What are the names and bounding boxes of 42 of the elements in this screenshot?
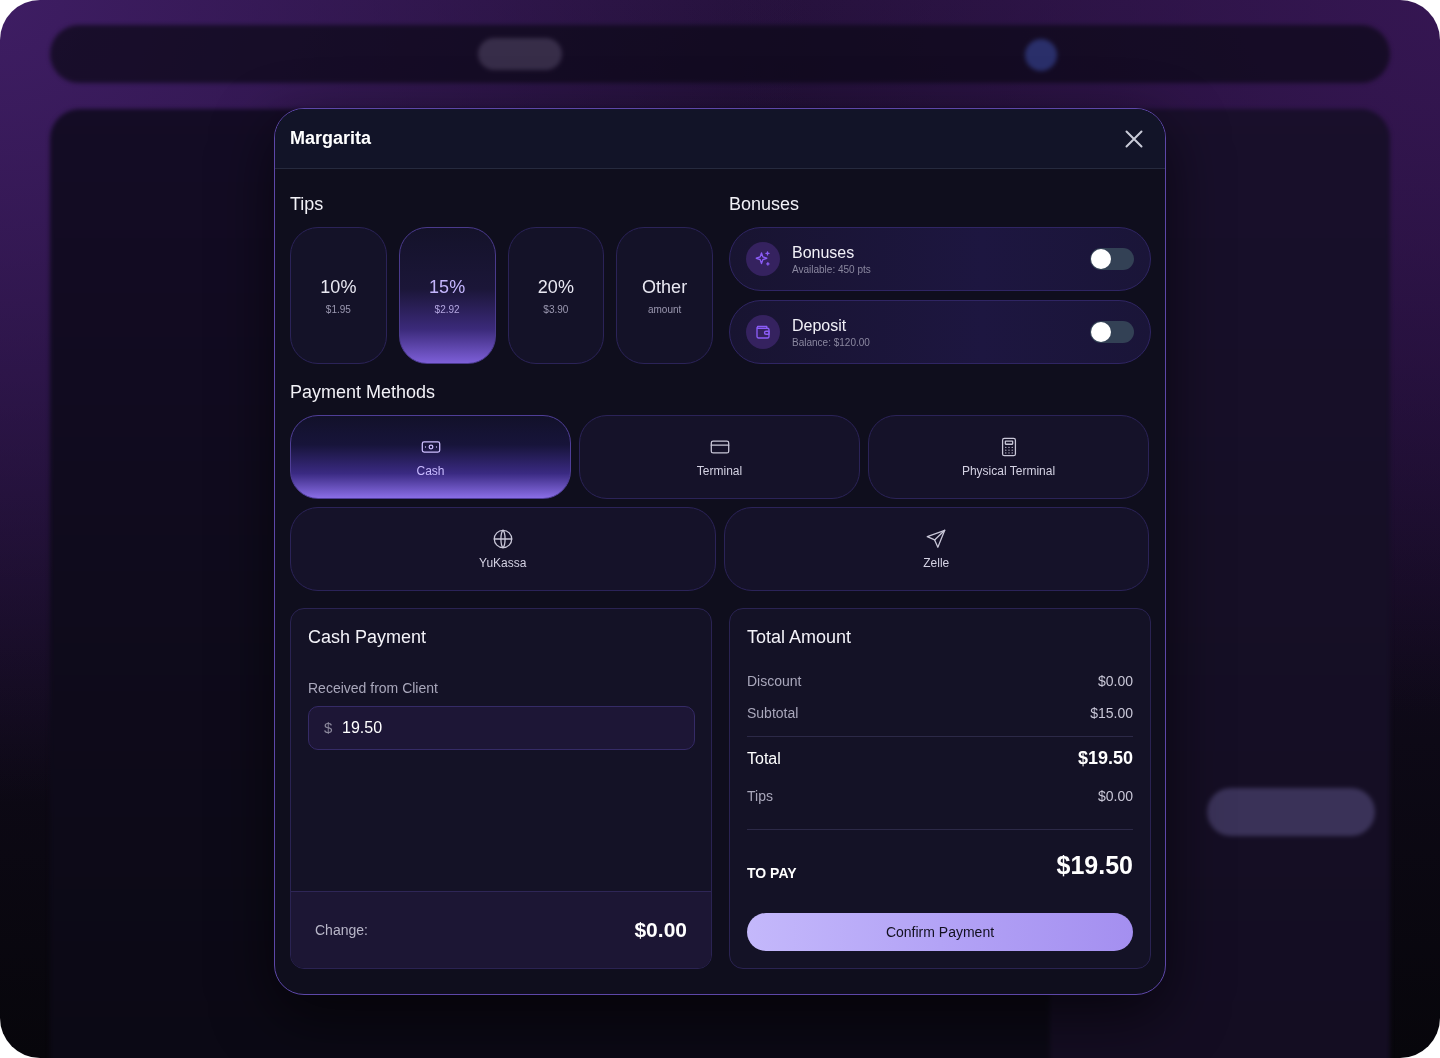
summary-value: $0.00 [1097,786,1133,806]
payment-method-button[interactable]: Terminal [579,415,860,499]
bonus-detail: Balance: $120.00 [792,336,870,349]
card-title: Total Amount [747,626,853,648]
close-icon [1125,129,1143,148]
summary-value: $19.50 [1077,747,1133,770]
bonus-title: Deposit [792,315,848,335]
change-amount: $0.00 [634,917,687,944]
dialog-title: Margarita [290,127,372,150]
tip-option[interactable]: 10% $1.95 [290,227,387,364]
to-pay-label: TO PAY [747,864,797,882]
tip-option[interactable]: 20% $3.90 [507,227,605,364]
summary-value: $0.00 [1097,671,1133,691]
payment-method-button[interactable]: Zelle [723,507,1149,591]
field-label: Received from Client [308,680,439,697]
bonus-title: Bonuses [792,242,856,262]
section-heading: Payment Methods [290,381,437,403]
summary-label: Tips [747,786,773,806]
change-label: Change: [315,920,368,940]
globe-icon [491,528,514,550]
currency-symbol: $ [324,719,333,737]
paper-plane-icon [925,528,948,550]
tip-option[interactable]: 15% $2.92 [398,227,496,364]
avatar-icon [1025,39,1057,71]
toggle-switch[interactable] [1090,248,1134,270]
sparkle-icon [746,242,780,276]
summary-label: Total [747,748,781,769]
toggle-switch[interactable] [1090,321,1134,343]
confirm-payment-button[interactable]: Confirm Payment [747,913,1133,951]
summary-label: Discount [747,671,802,691]
card-title: Cash Payment [308,626,428,648]
tip-option[interactable]: Other amount [616,227,713,364]
summary-label: Subtotal [747,703,799,723]
bonus-detail: Available: 450 pts [792,263,871,276]
section-heading: Tips [290,193,325,215]
to-pay-amount: $19.50 [1056,850,1133,880]
payment-method-button[interactable]: Physical Terminal [868,415,1149,499]
payment-method-button[interactable]: YuKassa [290,507,716,591]
payment-method-button[interactable]: Cash [290,415,571,499]
section-heading: Bonuses [729,193,801,215]
wallet-icon [746,315,780,349]
summary-value: $15.00 [1090,703,1133,723]
